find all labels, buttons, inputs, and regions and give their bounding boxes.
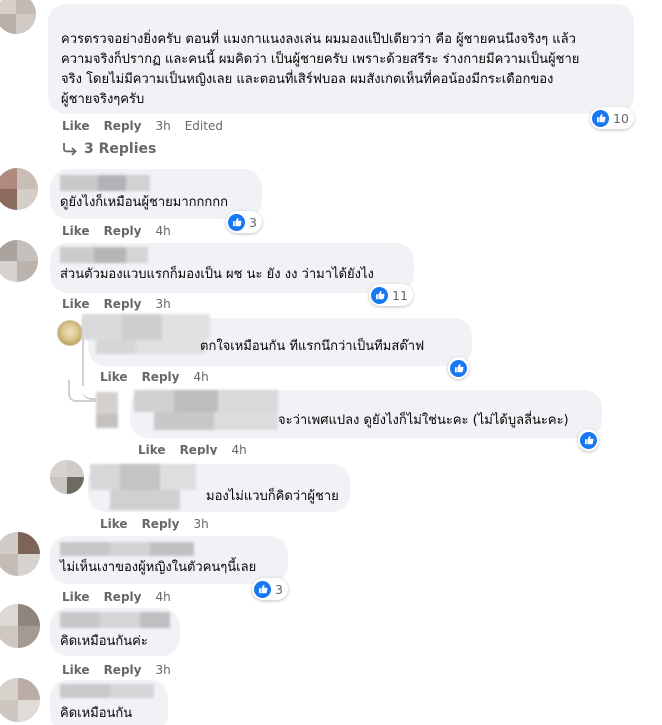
- comment-bubble: คิดเหมือนกันค่ะ: [50, 608, 180, 656]
- like-button[interactable]: Like: [62, 663, 90, 677]
- reaction-summary[interactable]: 11: [369, 284, 413, 306]
- reaction-summary[interactable]: [448, 357, 469, 379]
- like-icon: [592, 109, 609, 127]
- reply-button[interactable]: Reply: [104, 297, 142, 311]
- comment-bubble: ดูยังไงก็เหมือนผู้ชายมากกกกก: [50, 169, 262, 219]
- comment-actions: Like Reply 3h: [100, 517, 223, 531]
- avatar[interactable]: [0, 678, 40, 722]
- avatar[interactable]: [57, 320, 83, 346]
- reply-bubble: จะว่าเพศแปลง ดูยังไงก็ไม่ใช่นะคะ (ไม่ได้…: [130, 390, 602, 438]
- reaction-summary[interactable]: 3: [226, 211, 262, 233]
- replies-count-label: 3 Replies: [84, 141, 157, 157]
- reply-button[interactable]: Reply: [104, 663, 142, 677]
- like-button[interactable]: Like: [62, 590, 90, 604]
- reply-button[interactable]: Reply: [104, 224, 142, 238]
- reply-button[interactable]: Reply: [104, 590, 142, 604]
- comment-text: ดูยังไงก็เหมือนผู้ชายมากกกกก: [60, 195, 229, 210]
- comment-text: ตกใจเหมือนกัน ทีแรกนึกว่าเป็นทีมสต๊าฟ: [200, 339, 425, 354]
- comment-text: ไม่เห็นเงาของผู้หญิงในตัวคนๆนี้เลย: [60, 560, 257, 575]
- reaction-count: 10: [613, 110, 629, 126]
- like-button[interactable]: Like: [62, 224, 90, 238]
- comment-bubble: ไม่เห็นเงาของผู้หญิงในตัวคนๆนี้เลย: [50, 536, 288, 584]
- like-icon: [450, 359, 467, 377]
- comment-text: ผู้ชายจริงๆครับ: [61, 92, 145, 107]
- view-replies-link[interactable]: 3 Replies: [62, 141, 156, 157]
- reaction-summary[interactable]: 3: [252, 578, 288, 600]
- comment-actions: Like Reply 3h: [62, 663, 185, 677]
- reaction-summary[interactable]: 10: [590, 107, 634, 129]
- like-button[interactable]: Like: [100, 370, 128, 384]
- timestamp[interactable]: 4h: [193, 370, 208, 384]
- comment-text: คิดเหมือนกัน: [60, 706, 133, 721]
- timestamp[interactable]: 3h: [155, 119, 170, 133]
- avatar[interactable]: [0, 532, 40, 576]
- comment-actions: Like Reply 3h Edited: [62, 119, 237, 133]
- timestamp[interactable]: 4h: [155, 224, 170, 238]
- reaction-count: 3: [275, 581, 283, 597]
- reply-button[interactable]: Reply: [180, 443, 218, 455]
- timestamp[interactable]: 3h: [193, 517, 208, 531]
- avatar[interactable]: [0, 168, 38, 210]
- reply-bubble: ตกใจเหมือนกัน ทีแรกนึกว่าเป็นทีมสต๊าฟ: [82, 314, 472, 366]
- reaction-summary[interactable]: [578, 429, 599, 451]
- comment-bubble: ควรตรวจอย่างยิ่งครับ ตอนที่ แมงกาแนงลงเล…: [48, 4, 634, 114]
- comment-text: จะว่าเพศแปลง ดูยังไงก็ไม่ใช่นะคะ (ไม่ได้…: [278, 413, 569, 428]
- comment-actions: Like Reply 4h: [100, 370, 223, 384]
- comment-actions: Like Reply 4h: [62, 224, 185, 238]
- comment-text: มองไม่แวบก็คิดว่าผู้ชาย: [206, 489, 339, 504]
- reaction-count: 3: [249, 214, 257, 230]
- comment-text: ส่วนตัวมองแวบแรกก็มองเป็น ผช นะ ยัง งง ว…: [60, 267, 374, 282]
- avatar[interactable]: [0, 240, 38, 282]
- reply-button[interactable]: Reply: [142, 517, 180, 531]
- comment-bubble: คิดเหมือนกัน: [50, 680, 168, 725]
- reply-arrow-icon: [63, 143, 77, 156]
- timestamp[interactable]: 3h: [155, 297, 170, 311]
- timestamp[interactable]: 3h: [155, 663, 170, 677]
- like-button[interactable]: Like: [62, 297, 90, 311]
- timestamp[interactable]: 4h: [155, 590, 170, 604]
- like-icon: [254, 580, 271, 598]
- avatar[interactable]: [50, 460, 84, 494]
- reply-button[interactable]: Reply: [142, 370, 180, 384]
- comment-text: จริง โดยไม่มีความเป็นหญิงเลย และตอนที่เส…: [61, 72, 554, 87]
- thread-connector: [68, 380, 96, 402]
- comment-text: ความจริงก็ปรากฏ และคนนี้ ผมคิดว่า เป็นผู…: [61, 52, 580, 67]
- comment-actions: Like Reply 4h: [138, 443, 261, 455]
- timestamp[interactable]: 4h: [231, 443, 246, 455]
- like-icon: [580, 431, 597, 449]
- like-icon: [228, 213, 245, 231]
- reaction-count: 11: [392, 287, 408, 303]
- reply-bubble: มองไม่แวบก็คิดว่าผู้ชาย: [88, 464, 350, 512]
- like-button[interactable]: Like: [138, 443, 166, 455]
- avatar[interactable]: [0, 604, 40, 648]
- comment-bubble: ส่วนตัวมองแวบแรกก็มองเป็น ผช นะ ยัง งง ว…: [50, 243, 414, 293]
- edited-label: Edited: [184, 119, 223, 133]
- reply-button[interactable]: Reply: [104, 119, 142, 133]
- like-icon: [371, 286, 388, 304]
- comment-actions: Like Reply 4h: [62, 590, 185, 604]
- comment-text: คิดเหมือนกันค่ะ: [60, 634, 148, 649]
- avatar[interactable]: [0, 0, 36, 34]
- comment-text: ควรตรวจอย่างยิ่งครับ ตอนที่ แมงกาแนงลงเล…: [61, 32, 576, 47]
- like-button[interactable]: Like: [100, 517, 128, 531]
- comment-actions: Like Reply 3h: [62, 297, 185, 311]
- like-button[interactable]: Like: [62, 119, 90, 133]
